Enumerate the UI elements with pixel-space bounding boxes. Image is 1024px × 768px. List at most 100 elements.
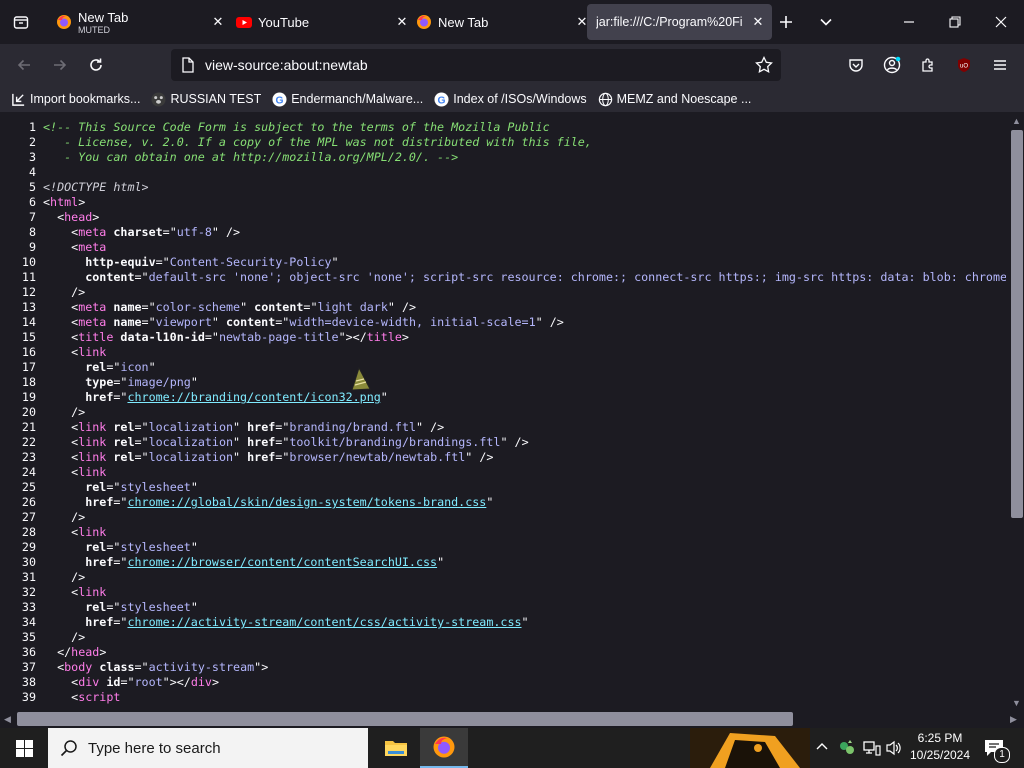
source-token: link bbox=[78, 465, 107, 479]
source-token: < bbox=[43, 315, 79, 329]
restore-button[interactable] bbox=[932, 0, 978, 44]
tab-new-tab-muted[interactable]: New Tab MUTED ✕ bbox=[48, 0, 232, 44]
file-explorer-icon bbox=[385, 741, 407, 756]
minimize-button[interactable] bbox=[886, 0, 932, 44]
account-button[interactable] bbox=[879, 52, 905, 78]
source-token: < bbox=[43, 450, 79, 464]
bookmark-index-isos[interactable]: G Index of /ISOs/Windows bbox=[434, 91, 587, 107]
source-line: 11 content="default-src 'none'; object-s… bbox=[0, 270, 1006, 285]
source-line: 8 <meta charset="utf-8" /> bbox=[0, 225, 1006, 240]
vertical-scrollbar[interactable]: ▲ ▼ bbox=[1006, 112, 1024, 712]
tab-view-source-active[interactable]: jar:file:///C:/Program%20Fi ✕ bbox=[587, 4, 772, 40]
tab-new-tab[interactable]: New Tab ✕ bbox=[408, 0, 596, 44]
source-token: rel bbox=[85, 540, 107, 554]
source-link[interactable]: chrome://browser/content/contentSearchUI… bbox=[127, 555, 437, 569]
url-text[interactable]: view-source:about:newtab bbox=[205, 57, 368, 73]
line-content: href="chrome://browser/content/contentSe… bbox=[43, 555, 444, 570]
source-token: =" bbox=[134, 435, 149, 449]
scroll-left-arrow-icon[interactable]: ◀ bbox=[4, 714, 11, 725]
source-line: 23 <link rel="localization" href="browse… bbox=[0, 450, 1006, 465]
puzzle-icon bbox=[922, 58, 933, 72]
bookmark-import[interactable]: Import bookmarks... bbox=[11, 92, 140, 107]
source-token: data-l10n-id bbox=[120, 330, 205, 344]
source-line: 13 <meta name="color-scheme" content="li… bbox=[0, 300, 1006, 315]
tab-youtube[interactable]: YouTube ✕ bbox=[228, 0, 416, 44]
source-token: utf-8 bbox=[176, 225, 212, 239]
source-token bbox=[43, 540, 85, 554]
app-tray-icon[interactable] bbox=[838, 739, 856, 757]
source-line: 38 <div id="root"></div> bbox=[0, 675, 1006, 690]
source-token: < bbox=[43, 330, 79, 344]
source-token: default-src 'none'; object-src 'none'; s… bbox=[148, 270, 1006, 284]
bookmark-label: Index of /ISOs/Windows bbox=[453, 92, 587, 106]
line-content: href="chrome://global/skin/design-system… bbox=[43, 495, 493, 510]
forward-button[interactable] bbox=[47, 52, 73, 78]
source-line: 24 <link bbox=[0, 465, 1006, 480]
line-content: rel="stylesheet" bbox=[43, 480, 198, 495]
bookmark-label: Import bookmarks... bbox=[30, 92, 141, 106]
scroll-right-arrow-icon[interactable]: ▶ bbox=[1010, 714, 1017, 725]
source-token: meta bbox=[78, 225, 107, 239]
bookmark-russian-test[interactable]: RUSSIAN TEST bbox=[151, 91, 261, 107]
close-window-button[interactable] bbox=[978, 0, 1024, 44]
taskbar-firefox[interactable] bbox=[420, 728, 468, 768]
view-source-content[interactable]: 1 <!-- This Source Code Form is subject t… bbox=[0, 112, 1024, 712]
notification-center-button[interactable]: 1 bbox=[978, 728, 1024, 768]
chevron-up-icon[interactable] bbox=[816, 741, 828, 753]
taskbar-clock[interactable]: 6:25 PM 10/25/2024 bbox=[905, 730, 975, 764]
line-number: 28 bbox=[21, 525, 36, 539]
bookmark-star-icon[interactable] bbox=[755, 56, 773, 74]
source-line: 26 href="chrome://global/skin/design-sys… bbox=[0, 495, 1006, 510]
source-line: 18 type="image/png" bbox=[0, 375, 1006, 390]
svg-text:G: G bbox=[276, 95, 284, 106]
search-placeholder: Type here to search bbox=[88, 739, 221, 757]
horizontal-scroll-thumb[interactable] bbox=[17, 712, 793, 726]
back-button[interactable] bbox=[11, 52, 37, 78]
horizontal-scrollbar[interactable]: ◀ ▶ bbox=[0, 712, 1024, 728]
scroll-up-arrow-icon[interactable]: ▲ bbox=[1012, 116, 1021, 126]
close-tab-button[interactable]: ✕ bbox=[210, 14, 226, 30]
line-content: <link bbox=[43, 585, 106, 600]
source-token: =" bbox=[106, 360, 121, 374]
tab-title: New Tab bbox=[438, 14, 489, 30]
source-token: < bbox=[43, 465, 79, 479]
source-token: " /> bbox=[535, 315, 564, 329]
reload-button[interactable] bbox=[83, 52, 109, 78]
line-content: <link rel="localization" href="toolkit/b… bbox=[43, 435, 528, 450]
taskbar-search-box[interactable]: Type here to search bbox=[48, 728, 368, 768]
source-line: 39 <script bbox=[0, 690, 1006, 705]
start-button[interactable] bbox=[0, 728, 48, 768]
ublock-origin-button[interactable]: uO bbox=[951, 52, 977, 78]
bookmark-endermanch-malware[interactable]: G Endermanch/Malware... bbox=[272, 91, 423, 107]
line-number: 25 bbox=[21, 480, 36, 494]
firefox-view-button[interactable] bbox=[0, 0, 42, 44]
globe-icon bbox=[598, 92, 612, 106]
source-link[interactable]: chrome://global/skin/design-system/token… bbox=[127, 495, 486, 509]
pocket-button[interactable] bbox=[843, 52, 869, 78]
bookmark-memz[interactable]: MEMZ and Noescape ... bbox=[598, 92, 751, 107]
list-all-tabs-button[interactable] bbox=[803, 0, 849, 44]
line-number: 39 bbox=[21, 690, 36, 704]
source-link[interactable]: chrome://branding/content/icon32.png bbox=[127, 390, 380, 404]
source-token: div bbox=[78, 675, 100, 689]
taskbar-file-explorer[interactable] bbox=[372, 728, 420, 768]
url-bar[interactable]: view-source:about:newtab bbox=[171, 49, 781, 81]
source-token: toolkit/branding/brandings.ftl bbox=[289, 435, 501, 449]
line-content: <meta name="color-scheme" content="light… bbox=[43, 300, 416, 315]
app-menu-button[interactable] bbox=[987, 52, 1013, 78]
source-token: =" bbox=[275, 435, 290, 449]
network-icon[interactable] bbox=[863, 740, 881, 756]
windows-logo-icon bbox=[15, 739, 33, 757]
source-line: 2 - License, v. 2.0. If a copy of the MP… bbox=[0, 135, 1006, 150]
source-link[interactable]: chrome://activity-stream/content/css/act… bbox=[127, 615, 521, 629]
source-token: localization bbox=[148, 435, 234, 449]
scroll-down-arrow-icon[interactable]: ▼ bbox=[1012, 698, 1021, 708]
vertical-scroll-thumb[interactable] bbox=[1011, 130, 1023, 518]
source-token: < bbox=[43, 345, 79, 359]
line-number: 31 bbox=[21, 570, 36, 584]
volume-icon[interactable] bbox=[885, 740, 903, 756]
source-token bbox=[43, 480, 85, 494]
source-line: 15 <title data-l10n-id="newtab-page-titl… bbox=[0, 330, 1006, 345]
source-line: 30 href="chrome://browser/content/conten… bbox=[0, 555, 1006, 570]
extensions-button[interactable] bbox=[915, 52, 941, 78]
